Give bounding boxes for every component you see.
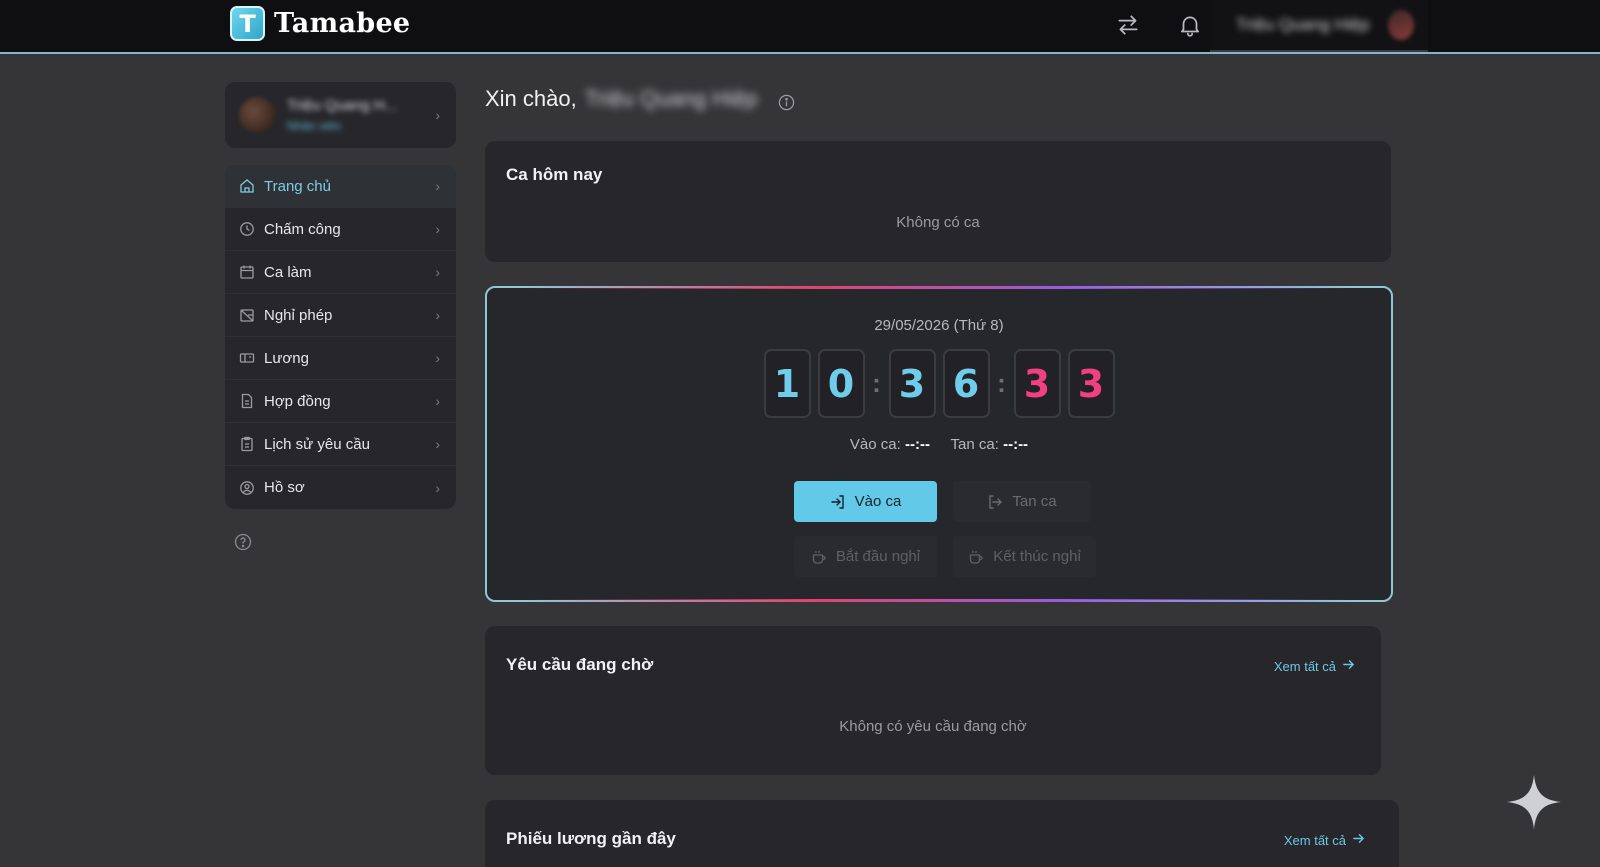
sidebar-item-label: Trang chủ xyxy=(264,177,331,195)
logout-icon xyxy=(987,494,1003,510)
brand[interactable]: T Tamabee xyxy=(230,6,410,41)
clock-icon xyxy=(239,221,255,237)
current-date: 29/05/2026 (Thứ 8) xyxy=(874,317,1004,334)
check-in-button[interactable]: Vào ca xyxy=(794,481,937,522)
see-all-label: Xem tất cả xyxy=(1273,658,1336,674)
clock-separator: : xyxy=(997,368,1006,398)
document-icon xyxy=(239,393,255,409)
button-label: Kết thúc nghỉ xyxy=(993,548,1081,565)
see-all-link[interactable]: Xem tất cả xyxy=(1284,832,1365,848)
pending-requests-card: Yêu cầu đang chờ Xem tất cả Không có yêu… xyxy=(485,626,1381,775)
digital-clock: 1 0 : 3 6 : 3 3 xyxy=(487,349,1391,418)
chevron-right-icon: › xyxy=(435,436,440,452)
recent-payslips-card: Phiếu lương gần đây Xem tất cả xyxy=(485,800,1399,867)
login-icon xyxy=(830,494,846,510)
sidebar-item-leave[interactable]: Nghỉ phép › xyxy=(225,294,456,337)
user-menu[interactable]: Triệu Quang Hiệp xyxy=(1210,0,1428,52)
home-icon xyxy=(239,178,255,194)
chevron-right-icon: › xyxy=(435,350,440,366)
sidebar-item-profile[interactable]: Hồ sơ › xyxy=(225,466,456,509)
minute-digit: 3 xyxy=(888,349,936,418)
break-end-button[interactable]: Kết thúc nghỉ xyxy=(953,536,1096,577)
see-all-link[interactable]: Xem tất cả xyxy=(1274,658,1355,674)
salary-icon xyxy=(239,350,255,366)
profile-role: Nhân viên xyxy=(287,119,342,133)
sidebar-item-label: Hợp đồng xyxy=(264,392,331,410)
calendar-icon xyxy=(239,264,255,280)
card-title: Yêu cầu đang chờ xyxy=(506,655,654,674)
leave-icon xyxy=(239,307,255,323)
chevron-right-icon: › xyxy=(435,221,440,237)
shift-times: Vào ca: --:-- Tan ca: --:-- xyxy=(487,436,1391,453)
card-title: Phiếu lương gần đây xyxy=(506,829,676,848)
today-shift-card: Ca hôm nay Không có ca xyxy=(485,141,1391,262)
second-digit: 3 xyxy=(1067,349,1115,418)
sparkle-icon[interactable] xyxy=(1505,773,1563,831)
sidebar-item-label: Chấm công xyxy=(264,220,341,238)
bell-icon[interactable] xyxy=(1177,12,1203,38)
sidebar-item-label: Ca làm xyxy=(264,263,312,281)
chevron-right-icon: › xyxy=(435,107,440,123)
card-title: Ca hôm nay xyxy=(506,165,603,184)
button-label: Vào ca xyxy=(854,493,902,510)
sidebar-item-contract[interactable]: Hợp đồng › xyxy=(225,380,456,423)
switch-arrows-icon[interactable] xyxy=(1115,12,1141,38)
sidebar-item-label: Hồ sơ xyxy=(264,479,305,496)
page-title: Xin chào, Triệu Quang Hiệp xyxy=(485,86,795,112)
clipboard-icon xyxy=(239,436,255,452)
avatar xyxy=(1387,10,1414,40)
arrow-right-icon xyxy=(1342,658,1355,674)
second-digit: 3 xyxy=(1013,349,1061,418)
coffee-icon xyxy=(968,549,984,565)
time-clock-card: 29/05/2026 (Thứ 8) 1 0 : 3 6 : 3 3 Vào c… xyxy=(485,286,1393,602)
chevron-right-icon: › xyxy=(435,178,440,194)
see-all-label: Xem tất cả xyxy=(1283,832,1346,848)
user-circle-icon xyxy=(239,480,255,496)
empty-state: Không có yêu cầu đang chờ xyxy=(839,718,1027,735)
sidebar-menu: Trang chủ › Chấm công › Ca làm › Nghỉ ph… xyxy=(225,165,456,509)
user-name: Triệu Quang Hiệp xyxy=(1236,15,1370,34)
button-label: Bắt đầu nghỉ xyxy=(835,548,921,565)
profile-card[interactable]: Triệu Quang H... Nhân viên › xyxy=(225,82,456,148)
help-icon[interactable] xyxy=(234,533,252,551)
brand-name: Tamabee xyxy=(274,8,411,39)
avatar xyxy=(239,97,275,133)
greeting-name: Triệu Quang Hiệp xyxy=(584,86,758,111)
button-label: Tan ca xyxy=(1012,493,1057,510)
sidebar-item-label: Lịch sử yêu cầu xyxy=(264,435,370,453)
chevron-right-icon: › xyxy=(435,479,440,496)
sidebar-item-salary[interactable]: Lương › xyxy=(225,337,456,380)
check-out-button[interactable]: Tan ca xyxy=(953,481,1091,522)
chevron-right-icon: › xyxy=(435,393,440,409)
greeting-text: Xin chào, xyxy=(485,86,577,111)
check-in-value: --:-- xyxy=(904,436,930,453)
sidebar-item-shifts[interactable]: Ca làm › xyxy=(225,251,456,294)
info-icon[interactable] xyxy=(778,91,795,110)
arrow-right-icon xyxy=(1352,832,1365,848)
minute-digit: 6 xyxy=(942,349,990,418)
sidebar-item-home[interactable]: Trang chủ › xyxy=(225,165,456,208)
profile-name: Triệu Quang H... xyxy=(287,97,398,114)
hour-digit: 0 xyxy=(817,349,865,418)
sidebar-item-attendance[interactable]: Chấm công › xyxy=(225,208,456,251)
sidebar-item-label: Lương xyxy=(264,349,309,367)
brand-logo: T xyxy=(230,6,265,41)
chevron-right-icon: › xyxy=(435,307,440,323)
sidebar-item-label: Nghỉ phép xyxy=(264,306,333,324)
coffee-icon xyxy=(811,549,827,565)
top-bar: T Tamabee Triệu Quang Hiệp xyxy=(0,0,1600,54)
check-in-label: Vào ca: xyxy=(849,436,901,453)
chevron-right-icon: › xyxy=(435,264,440,280)
empty-state: Không có ca xyxy=(896,214,980,231)
clock-separator: : xyxy=(872,368,881,398)
check-out-label: Tan ca: xyxy=(950,436,999,453)
break-start-button[interactable]: Bắt đầu nghỉ xyxy=(794,536,937,577)
check-out-value: --:-- xyxy=(1003,436,1029,453)
sidebar-item-request-history[interactable]: Lịch sử yêu cầu › xyxy=(225,423,456,466)
hour-digit: 1 xyxy=(763,349,811,418)
